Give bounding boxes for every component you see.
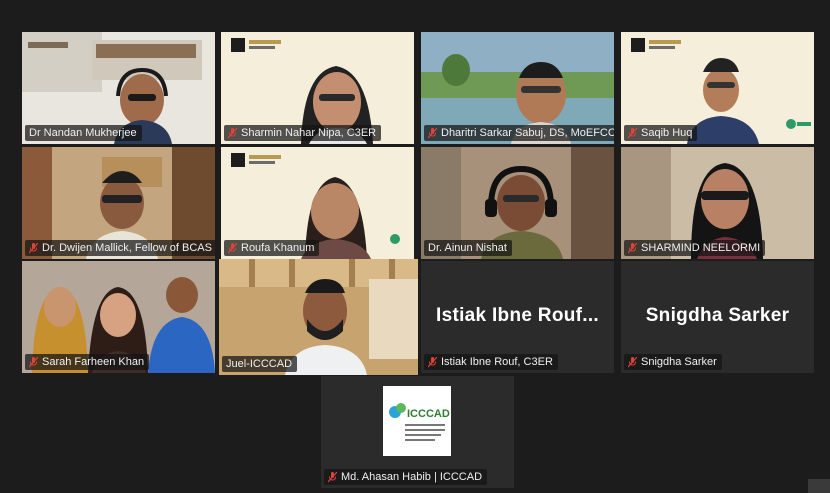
video-tile[interactable]: SHARMIND NEELORMI [621, 147, 814, 259]
meeting-gallery: Dr Nandan Mukherjee Sharmin Nahar Nipa, … [0, 0, 830, 493]
participant-name: Istiak Ibne Rouf, C3ER [424, 354, 558, 370]
participant-name: Dr Nandan Mukherjee [25, 125, 142, 141]
participant-display-name: Snigdha Sarker [645, 305, 790, 326]
mic-muted-icon [228, 127, 237, 139]
video-tile[interactable]: Roufa Khanum [221, 147, 414, 259]
video-tile-off[interactable]: Snigdha Sarker Snigdha Sarker [621, 261, 814, 373]
video-tile[interactable]: Dr Nandan Mukherjee [22, 32, 215, 144]
participant-name: SHARMIND NEELORMI [624, 240, 766, 256]
mic-muted-icon [628, 356, 637, 368]
mic-muted-icon [628, 127, 637, 139]
mic-muted-icon [628, 242, 637, 254]
mic-muted-icon [328, 471, 337, 483]
participant-display-name: Istiak Ibne Rouf... [436, 305, 599, 326]
participant-name: Md. Ahasan Habib | ICCCAD [324, 469, 488, 485]
participant-name: Sharmin Nahar Nipa, C3ER [224, 125, 382, 141]
participant-name: Dr. Ainun Nishat [424, 240, 512, 256]
mic-muted-icon [29, 242, 38, 254]
video-tile[interactable]: Saqib Huq [621, 32, 814, 144]
mic-muted-icon [228, 242, 237, 254]
icccad-logo: ICCCAD [383, 386, 451, 456]
participant-name: Roufa Khanum [224, 240, 320, 256]
video-tile[interactable]: Dr. Ainun Nishat [421, 147, 614, 259]
participant-name: Dharitri Sarkar Sabuj, DS, MoEFCC... [424, 125, 614, 141]
video-tile-active-speaker[interactable]: Juel-ICCCAD [219, 259, 418, 375]
video-tile[interactable]: ICCCAD Md. Ahasan Habib | ICCCAD [321, 376, 514, 488]
corner-control[interactable] [808, 479, 830, 493]
mic-muted-icon [29, 356, 38, 368]
participant-name: Sarah Farheen Khan [25, 354, 150, 370]
video-tile[interactable]: Dharitri Sarkar Sabuj, DS, MoEFCC... [421, 32, 614, 144]
video-tile[interactable]: Sharmin Nahar Nipa, C3ER [221, 32, 414, 144]
participant-name: Saqib Huq [624, 125, 698, 141]
participant-name: Dr. Dwijen Mallick, Fellow of BCAS [25, 240, 215, 256]
participant-name: Juel-ICCCAD [222, 356, 298, 372]
mic-muted-icon [428, 127, 437, 139]
video-tile-off[interactable]: Istiak Ibne Rouf... Istiak Ibne Rouf, C3… [421, 261, 614, 373]
participant-name: Snigdha Sarker [624, 354, 722, 370]
video-tile[interactable]: Dr. Dwijen Mallick, Fellow of BCAS [22, 147, 215, 259]
video-tile[interactable]: Sarah Farheen Khan [22, 261, 215, 373]
mic-muted-icon [428, 356, 437, 368]
svg-text:ICCCAD: ICCCAD [407, 408, 450, 420]
